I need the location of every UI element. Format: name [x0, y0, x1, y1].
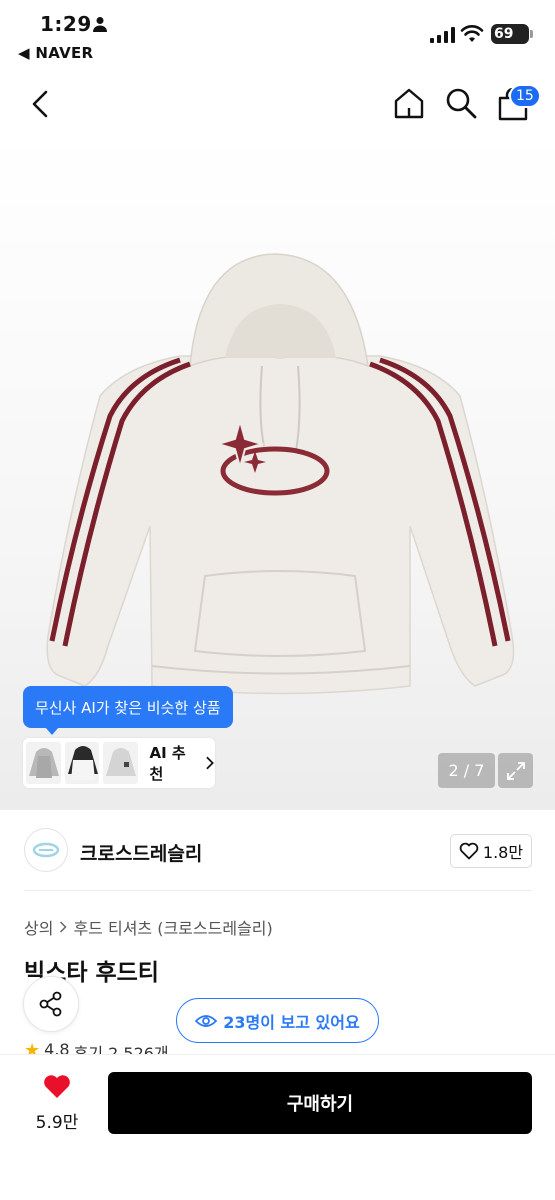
breadcrumb-subcategory[interactable]: 후드 티셔츠 (크로스드레슬리)	[73, 915, 272, 939]
person-icon	[93, 17, 107, 32]
back-to-app-link[interactable]: ◀ NAVER	[18, 44, 93, 62]
similar-product-thumbnail	[64, 742, 99, 784]
brand-logo[interactable]	[24, 828, 68, 872]
wishlist-button[interactable]: 5.9만	[24, 1074, 90, 1134]
back-arrow-icon[interactable]	[26, 88, 56, 120]
breadcrumb: 상의 후드 티셔츠 (크로스드레슬리)	[24, 915, 273, 939]
image-page-indicator: 2 / 7	[438, 753, 495, 788]
expand-image-button[interactable]	[498, 753, 533, 788]
home-icon[interactable]	[392, 86, 426, 120]
status-bar: 1:29 ◀ NAVER 69	[0, 0, 555, 68]
cart-count-badge: 15	[509, 84, 541, 108]
similar-product-thumbnail	[103, 742, 138, 784]
share-button[interactable]	[23, 976, 79, 1032]
wifi-icon	[460, 25, 484, 42]
breadcrumb-category[interactable]: 상의	[24, 915, 53, 939]
heart-filled-icon	[44, 1075, 70, 1098]
eye-icon	[195, 1014, 218, 1027]
brand-logo-icon	[32, 842, 60, 858]
similar-product-thumbnail	[26, 742, 61, 784]
brand-like-button[interactable]: 1.8만	[450, 834, 532, 868]
live-viewers-text: 23명이 보고 있어요	[223, 1012, 360, 1032]
expand-icon	[506, 761, 525, 780]
product-image-hoodie	[46, 253, 515, 695]
chevron-right-icon	[206, 756, 215, 770]
ai-recommendation-label: AI 추천	[149, 744, 186, 783]
wishlist-count: 5.9만	[35, 1113, 79, 1133]
search-icon[interactable]	[444, 86, 478, 120]
battery-level: 69	[494, 26, 514, 42]
share-icon	[39, 991, 62, 1017]
heart-outline-icon	[459, 842, 479, 860]
chevron-right-icon	[60, 921, 68, 933]
live-viewers-badge: 23명이 보고 있어요	[176, 998, 379, 1043]
battery-indicator: 69	[491, 24, 533, 44]
buy-button[interactable]: 구매하기	[108, 1072, 532, 1134]
ai-recommendation-tooltip: 무신사 AI가 찾은 비슷한 상품	[23, 686, 233, 735]
ai-recommendation-button[interactable]: AI 추천	[23, 738, 215, 788]
brand-like-count: 1.8만	[482, 843, 524, 862]
divider	[24, 890, 532, 891]
cellular-signal-icon	[430, 27, 455, 43]
brand-name[interactable]: 크로스드레슬리	[80, 839, 202, 866]
clock: 1:29	[40, 12, 92, 36]
